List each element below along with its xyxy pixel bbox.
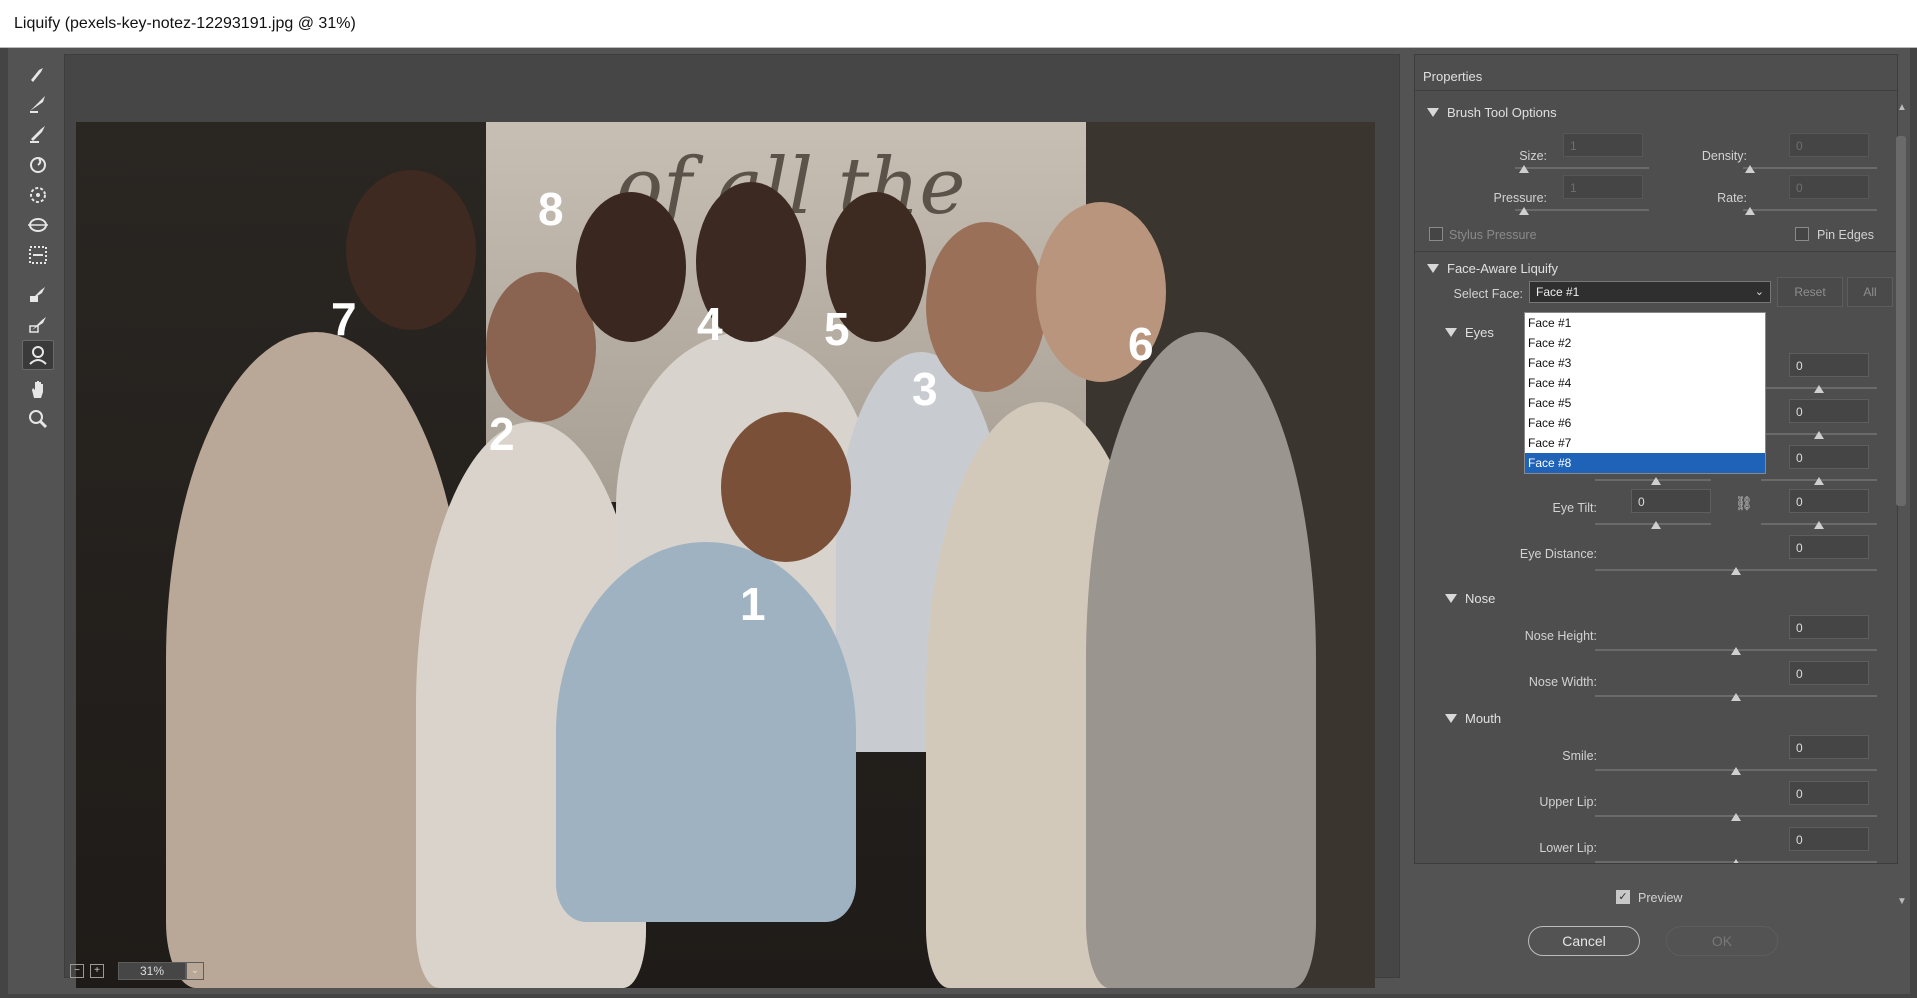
density-slider[interactable] (1743, 167, 1877, 169)
freeze-mask-tool-icon[interactable] (22, 278, 54, 308)
nose-width-label: Nose Width: (1528, 675, 1597, 689)
rate-slider[interactable] (1743, 209, 1877, 211)
smile-label: Smile: (1562, 749, 1597, 763)
zoom-bar: − + 31% ⌄ (64, 960, 1400, 982)
collapse-triangle-icon (1445, 714, 1457, 723)
panel-scrollbar[interactable]: ▲ ▼ (1894, 96, 1908, 907)
lower-lip-field[interactable]: 0 (1789, 827, 1869, 851)
face-label-5: 5 (824, 303, 850, 355)
pin-edges-checkbox[interactable] (1795, 227, 1809, 241)
dropdown-option-face-7[interactable]: Face #7 (1525, 433, 1765, 453)
stylus-pressure-checkbox[interactable] (1429, 227, 1443, 241)
size-label: Size: (1519, 149, 1547, 163)
pucker-tool-icon[interactable] (22, 180, 54, 210)
reset-button[interactable]: Reset (1777, 277, 1843, 307)
zoom-tool-icon[interactable] (22, 404, 54, 434)
section-nose[interactable]: Nose (1445, 591, 1495, 606)
eye-tilt-label: Eye Tilt: (1552, 501, 1597, 515)
section-brush-tool-options[interactable]: Brush Tool Options (1427, 105, 1557, 120)
person-1 (556, 542, 856, 922)
section-mouth[interactable]: Mouth (1445, 711, 1501, 726)
face-label-1: 1 (740, 578, 766, 630)
pressure-label: Pressure: (1493, 191, 1548, 205)
nose-width-field[interactable]: 0 (1789, 661, 1869, 685)
dropdown-option-face-4[interactable]: Face #4 (1525, 373, 1765, 393)
person-6 (1086, 332, 1316, 988)
face-label-6: 6 (1128, 318, 1154, 370)
dropdown-option-face-3[interactable]: Face #3 (1525, 353, 1765, 373)
ok-button[interactable]: OK (1666, 926, 1778, 956)
chevron-down-icon[interactable]: ⌄ (186, 962, 204, 980)
face-label-3: 3 (912, 363, 938, 415)
cancel-button[interactable]: Cancel (1528, 926, 1640, 956)
zoom-in-button[interactable]: + (90, 964, 104, 978)
reconstruct-tool-icon[interactable] (22, 88, 54, 118)
nose-height-label: Nose Height: (1524, 629, 1597, 643)
collapse-triangle-icon (1427, 108, 1439, 117)
smooth-tool-icon[interactable] (22, 118, 54, 148)
face-label-8: 8 (538, 183, 564, 235)
dropdown-option-face-5[interactable]: Face #5 (1525, 393, 1765, 413)
pressure-field[interactable]: 1 (1563, 175, 1643, 199)
lower-lip-label: Lower Lip: (1539, 841, 1597, 855)
window-title: Liquify (pexels-key-notez-12293191.jpg @… (0, 0, 1917, 48)
face-label-7: 7 (331, 293, 357, 345)
zoom-level-field[interactable]: 31% (118, 962, 186, 980)
bloat-tool-icon[interactable] (22, 210, 54, 240)
push-left-tool-icon[interactable] (22, 240, 54, 270)
size-slider[interactable] (1515, 167, 1649, 169)
face-label-2: 2 (489, 408, 515, 460)
link-icon[interactable]: ⛓ (1735, 495, 1753, 512)
upper-lip-label: Upper Lip: (1539, 795, 1597, 809)
thaw-mask-tool-icon[interactable] (22, 308, 54, 338)
tool-palette (20, 54, 56, 474)
nose-height-field[interactable]: 0 (1789, 615, 1869, 639)
liquify-dialog: of all the 7 8 2 4 5 3 6 1 − + 31% ⌄ Pro… (8, 48, 1910, 994)
eye-distance-field[interactable]: 0 (1789, 535, 1869, 559)
dropdown-option-face-6[interactable]: Face #6 (1525, 413, 1765, 433)
rate-label: Rate: (1717, 191, 1747, 205)
photo-canvas[interactable]: of all the 7 8 2 4 5 3 6 1 (76, 122, 1375, 988)
eye-width-right-field[interactable]: 0 (1789, 445, 1869, 469)
eye-tilt-right-field[interactable]: 0 (1789, 489, 1869, 513)
eye-tilt-left-field[interactable]: 0 (1631, 489, 1711, 513)
eye-height-right-field[interactable]: 0 (1789, 399, 1869, 423)
density-field[interactable]: 0 (1789, 133, 1869, 157)
hand-tool-icon[interactable] (22, 374, 54, 404)
dropdown-option-face-1[interactable]: Face #1 (1525, 313, 1765, 333)
upper-lip-field[interactable]: 0 (1789, 781, 1869, 805)
pin-edges-label: Pin Edges (1817, 228, 1874, 242)
dropdown-option-face-2[interactable]: Face #2 (1525, 333, 1765, 353)
collapse-triangle-icon (1445, 594, 1457, 603)
eye-distance-label: Eye Distance: (1519, 547, 1597, 561)
select-face-dropdown-list[interactable]: Face #1 Face #2 Face #3 Face #4 Face #5 … (1524, 312, 1766, 474)
chevron-down-icon: ⌄ (1754, 286, 1764, 298)
pressure-slider[interactable] (1515, 209, 1649, 211)
size-field[interactable]: 1 (1563, 133, 1643, 157)
zoom-out-button[interactable]: − (70, 964, 84, 978)
panel-title: Properties (1415, 55, 1897, 91)
twirl-tool-icon[interactable] (22, 150, 54, 180)
smile-field[interactable]: 0 (1789, 735, 1869, 759)
select-face-label: Select Face: (1453, 287, 1523, 301)
section-face-aware-liquify[interactable]: Face-Aware Liquify (1427, 261, 1558, 276)
collapse-triangle-icon (1427, 264, 1439, 273)
density-label: Density: (1701, 149, 1747, 163)
preview-label: Preview (1638, 891, 1683, 905)
section-eyes[interactable]: Eyes (1445, 325, 1494, 340)
eye-size-right-field[interactable]: 0 (1789, 353, 1869, 377)
face-label-4: 4 (697, 298, 723, 350)
all-button[interactable]: All (1847, 277, 1893, 307)
face-tool-icon[interactable] (22, 340, 54, 370)
collapse-triangle-icon (1445, 328, 1457, 337)
stylus-pressure-label: Stylus Pressure (1449, 228, 1537, 242)
select-face-dropdown[interactable]: Face #1 ⌄ (1529, 281, 1771, 303)
dropdown-option-face-8[interactable]: Face #8 (1525, 453, 1765, 473)
rate-field[interactable]: 0 (1789, 175, 1869, 199)
preview-checkbox[interactable]: ✓ (1616, 890, 1630, 904)
forward-warp-tool-icon[interactable] (22, 58, 54, 88)
